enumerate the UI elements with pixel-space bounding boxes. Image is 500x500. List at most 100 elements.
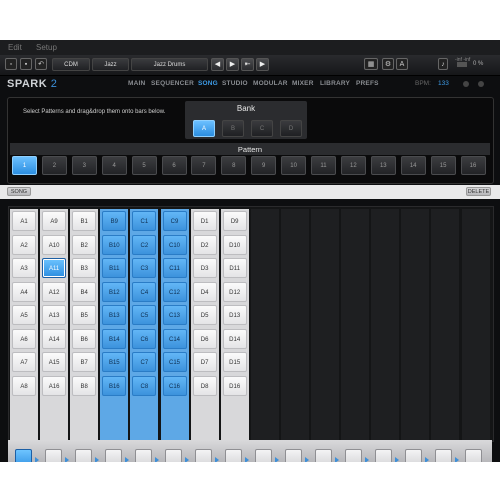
tab-prefs[interactable]: PREFS (356, 80, 379, 87)
pattern-cell-a12[interactable]: A12 (42, 281, 67, 302)
bank-button-a[interactable]: A (193, 120, 215, 137)
pattern-cell-b5[interactable]: B5 (72, 305, 97, 325)
pattern-cell-d14[interactable]: D14 (222, 328, 247, 349)
pattern-cell-b1[interactable]: B1 (72, 211, 97, 231)
pattern-cell-a13[interactable]: A13 (42, 305, 67, 325)
speaker-icon[interactable]: ♪ (438, 58, 448, 70)
preset-name-field[interactable]: Jazz Drums (131, 58, 208, 71)
pattern-cell-a9[interactable]: A9 (42, 211, 67, 231)
tab-mixer[interactable]: MIXER (292, 80, 314, 87)
pattern-button-8[interactable]: 8 (221, 156, 247, 175)
volume-slider[interactable] (457, 62, 467, 67)
pattern-cell-d2[interactable]: D2 (192, 234, 217, 255)
pattern-cell-b14[interactable]: B14 (102, 328, 127, 349)
pattern-cell-d12[interactable]: D12 (222, 281, 247, 302)
grid-column-14[interactable] (401, 209, 430, 440)
pattern-button-10[interactable]: 10 (281, 156, 307, 175)
song-bar-slot-2[interactable] (45, 449, 62, 462)
song-bar-slot-6[interactable] (165, 449, 182, 462)
grid-column-10[interactable] (280, 209, 309, 440)
next-preset-button[interactable]: ▶ (256, 58, 269, 71)
bank-button-b[interactable]: B (222, 120, 244, 137)
song-bar-slot-4[interactable] (105, 449, 122, 462)
pattern-button-13[interactable]: 13 (370, 156, 396, 175)
pattern-cell-a4[interactable]: A4 (12, 281, 36, 302)
song-bar-slot-10[interactable] (285, 449, 302, 462)
pattern-cell-b13[interactable]: B13 (102, 305, 127, 325)
pattern-cell-c11[interactable]: C11 (162, 258, 187, 278)
pattern-cell-c10[interactable]: C10 (162, 234, 187, 255)
pattern-cell-b9[interactable]: B9 (102, 211, 127, 231)
pattern-cell-b2[interactable]: B2 (72, 234, 97, 255)
pattern-cell-d1[interactable]: D1 (192, 211, 217, 231)
pattern-button-15[interactable]: 15 (430, 156, 456, 175)
pattern-button-9[interactable]: 9 (251, 156, 277, 175)
pattern-cell-d16[interactable]: D16 (222, 375, 247, 396)
pattern-cell-a8[interactable]: A8 (12, 375, 36, 396)
pattern-button-5[interactable]: 5 (131, 156, 157, 175)
pattern-cell-d4[interactable]: D4 (192, 281, 217, 302)
previous-preset-button[interactable]: ◀ (211, 58, 224, 71)
tab-song[interactable]: SONG (198, 80, 218, 87)
keyboard-icon[interactable]: ▦ (364, 58, 378, 70)
new-file-icon[interactable]: ▫ (5, 58, 17, 70)
pattern-cell-b6[interactable]: B6 (72, 328, 97, 349)
record-icon[interactable] (463, 81, 469, 87)
pattern-button-1[interactable]: 1 (12, 156, 37, 175)
song-bar-slot-15[interactable] (435, 449, 452, 462)
pattern-button-4[interactable]: 4 (101, 156, 127, 175)
grid-column-15[interactable] (431, 209, 460, 440)
pattern-cell-b12[interactable]: B12 (102, 281, 127, 302)
pattern-cell-a1[interactable]: A1 (12, 211, 36, 231)
pattern-cell-a5[interactable]: A5 (12, 305, 36, 325)
pattern-cell-c6[interactable]: C6 (132, 328, 157, 349)
song-bar-slot-1[interactable] (15, 449, 32, 462)
tab-library[interactable]: LIBRARY (320, 80, 350, 87)
pattern-cell-c8[interactable]: C8 (132, 375, 157, 396)
pattern-cell-c9[interactable]: C9 (162, 211, 187, 231)
song-bar-slot-3[interactable] (75, 449, 92, 462)
pattern-cell-d13[interactable]: D13 (222, 305, 247, 325)
menu-setup[interactable]: Setup (36, 43, 57, 52)
pattern-cell-d11[interactable]: D11 (222, 258, 247, 278)
pattern-cell-c3[interactable]: C3 (132, 258, 157, 278)
pattern-cell-c4[interactable]: C4 (132, 281, 157, 302)
save-icon[interactable]: ▪ (20, 58, 32, 70)
grid-column-11[interactable] (311, 209, 339, 440)
pattern-cell-a7[interactable]: A7 (12, 352, 36, 372)
pattern-cell-c5[interactable]: C5 (132, 305, 157, 325)
pattern-cell-a3[interactable]: A3 (12, 258, 36, 278)
pattern-cell-c7[interactable]: C7 (132, 352, 157, 372)
pattern-button-11[interactable]: 11 (311, 156, 336, 175)
bank-button-c[interactable]: C (251, 120, 273, 137)
pattern-cell-b10[interactable]: B10 (102, 234, 127, 255)
grid-column-12[interactable] (341, 209, 370, 440)
bank-button-d[interactable]: D (280, 120, 302, 137)
grid-column-16[interactable] (461, 209, 490, 440)
preset-style-field[interactable]: Jazz (92, 58, 129, 71)
load-preset-button[interactable]: ⇤ (241, 58, 254, 71)
song-bar-slot-12[interactable] (345, 449, 362, 462)
pattern-cell-d3[interactable]: D3 (192, 258, 217, 278)
pattern-cell-d5[interactable]: D5 (192, 305, 217, 325)
pattern-button-2[interactable]: 2 (41, 156, 67, 175)
song-bar-slot-7[interactable] (195, 449, 212, 462)
pattern-cell-b3[interactable]: B3 (72, 258, 97, 278)
play-preset-button[interactable]: ▶ (226, 58, 239, 71)
pattern-cell-d9[interactable]: D9 (222, 211, 247, 231)
song-bar-slot-16[interactable] (465, 449, 482, 462)
pattern-cell-b7[interactable]: B7 (72, 352, 97, 372)
pattern-cell-a16[interactable]: A16 (42, 375, 67, 396)
song-bar-slot-14[interactable] (405, 449, 422, 462)
pattern-button-16[interactable]: 16 (460, 156, 486, 175)
pattern-cell-c15[interactable]: C15 (162, 352, 187, 372)
pattern-cell-a10[interactable]: A10 (42, 234, 67, 255)
preset-category-field[interactable]: CDM (52, 58, 90, 71)
song-bar-slot-11[interactable] (315, 449, 332, 462)
pattern-cell-b15[interactable]: B15 (102, 352, 127, 372)
pattern-cell-c13[interactable]: C13 (162, 305, 187, 325)
delete-button[interactable]: DELETE (466, 187, 491, 196)
pattern-button-3[interactable]: 3 (71, 156, 97, 175)
menu-edit[interactable]: Edit (8, 43, 22, 52)
song-bar-slot-5[interactable] (135, 449, 152, 462)
